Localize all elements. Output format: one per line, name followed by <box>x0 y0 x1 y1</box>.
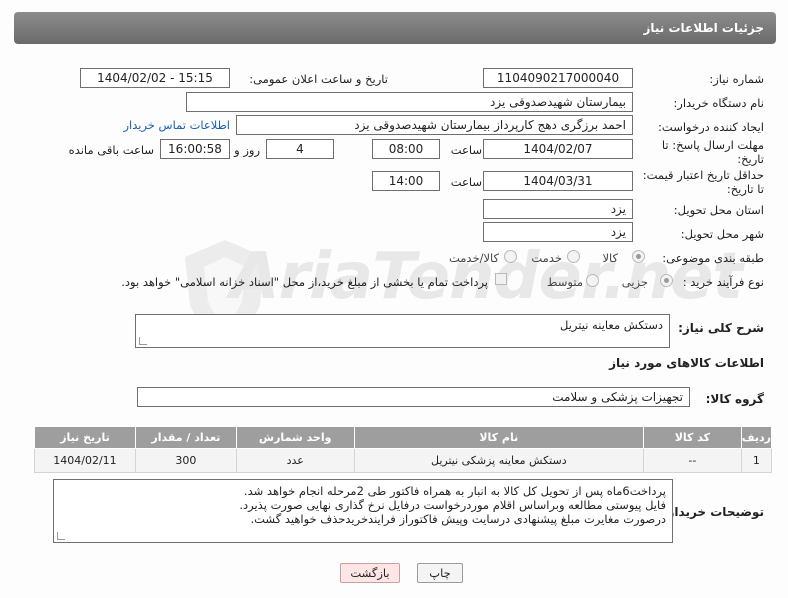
treasury-payment-note: پرداخت تمام یا بخشی از مبلغ خرید،از محل … <box>121 275 488 289</box>
province-field: یزد <box>483 199 633 219</box>
col-unit: واحد شمارش <box>235 426 355 449</box>
process-radio-medium[interactable] <box>586 274 599 287</box>
page-frame: جزئیات اطلاعات نیاز AriaTender.net شماره… <box>0 0 788 598</box>
summary-value: دستکش معاینه نیتریل <box>560 318 663 332</box>
buyer-notes-textarea[interactable]: پرداخت6ماه پس از تحویل کل کالا به انبار … <box>53 479 673 543</box>
announce-label: تاریخ و ساعت اعلان عمومی: <box>249 72 388 86</box>
category-option-service: خدمت <box>531 251 562 265</box>
deadline-time-label: ساعت <box>450 143 482 157</box>
deadline-label-2: تاریخ: <box>737 152 764 166</box>
resize-grip-icon <box>139 337 147 345</box>
process-radio-minor[interactable] <box>660 274 673 287</box>
col-code: کد کالا <box>642 426 742 449</box>
col-name: نام کالا <box>353 426 644 449</box>
province-label: استان محل تحویل: <box>673 203 764 217</box>
buyer-org-label: نام دستگاه خریدار: <box>673 96 764 110</box>
validity-label-2: تا تاریخ: <box>726 182 764 196</box>
col-date: تاریخ نیاز <box>34 426 136 449</box>
city-field: یزد <box>483 222 633 242</box>
days-label: روز و <box>234 143 260 157</box>
need-number-label: شماره نیاز: <box>709 72 764 86</box>
print-button[interactable]: چاپ <box>417 563 463 583</box>
days-field: 4 <box>266 139 334 159</box>
treasury-payment-checkbox[interactable] <box>495 273 507 285</box>
requester-label: ایجاد کننده درخواست: <box>658 120 764 134</box>
cell-row: 1 <box>740 448 773 473</box>
remaining-label: ساعت باقی مانده <box>68 143 154 157</box>
announce-field: 1404/02/02 - 15:15 <box>80 68 230 88</box>
category-label: طبقه بندی موضوعی: <box>662 251 764 265</box>
summary-textarea[interactable]: دستکش معاینه نیتریل <box>135 314 670 348</box>
category-radio-goods[interactable] <box>632 250 645 263</box>
buyer-org-field: بیمارستان شهیدصدوقی یزد <box>186 92 633 112</box>
table-row: 1 -- دستکش معاینه پزشکی نیتریل عدد 300 1… <box>34 448 773 473</box>
city-label: شهر محل تحویل: <box>680 227 764 241</box>
summary-label: شرح کلی نیاز: <box>678 321 764 335</box>
buyer-notes-line: پرداخت6ماه پس از تحویل کل کالا به انبار … <box>243 484 666 498</box>
deadline-time-field: 08:00 <box>372 139 440 159</box>
cell-name: دستکش معاینه پزشکی نیتریل <box>353 448 644 473</box>
process-option-medium: متوسط <box>546 275 583 289</box>
goods-info-title: اطلاعات کالاهای مورد نیاز <box>609 356 764 370</box>
process-option-minor: جزیی <box>621 275 648 289</box>
page-header: جزئیات اطلاعات نیاز <box>14 12 776 44</box>
requester-field: احمد برزگری دهج کارپرداز بیمارستان شهیدص… <box>236 115 633 135</box>
remaining-time-field: 16:00:58 <box>160 139 230 159</box>
validity-label: حداقل تاریخ اعتبار قیمت: <box>642 168 764 182</box>
page-title: جزئیات اطلاعات نیاز <box>643 21 764 35</box>
resize-grip-icon <box>57 532 65 540</box>
col-row: ردیف <box>740 426 773 449</box>
cell-unit: عدد <box>235 448 355 473</box>
category-radio-service[interactable] <box>567 250 580 263</box>
buyer-notes-line: فایل پیوستی مطالعه وبراساس اقلام موردرخو… <box>239 498 666 512</box>
buyer-contact-link[interactable]: اطلاعات تماس خریدار <box>123 118 230 132</box>
cell-qty: 300 <box>134 448 237 473</box>
goods-group-label: گروه کالا: <box>705 392 764 406</box>
deadline-label: مهلت ارسال پاسخ: تا <box>661 138 764 152</box>
cell-date: 1404/02/11 <box>34 448 136 473</box>
buyer-notes-line: درصورت مغایرت مبلغ پیشنهادی درسایت وپیش … <box>250 512 666 526</box>
deadline-date-field: 1404/02/07 <box>483 139 633 159</box>
back-button[interactable]: بازگشت <box>340 563 400 583</box>
validity-time-field: 14:00 <box>372 171 440 191</box>
validity-date-field: 1404/03/31 <box>483 171 633 191</box>
table-header-row: ردیف کد کالا نام کالا واحد شمارش تعداد /… <box>34 426 773 449</box>
process-label: نوع فرآیند خرید : <box>682 275 764 289</box>
need-number-field: 1104090217000040 <box>483 68 633 88</box>
validity-time-label: ساعت <box>450 175 482 189</box>
cell-code: -- <box>642 448 742 473</box>
col-qty: تعداد / مقدار <box>134 426 237 449</box>
goods-table: ردیف کد کالا نام کالا واحد شمارش تعداد /… <box>34 426 773 473</box>
category-radio-both[interactable] <box>504 250 517 263</box>
category-option-both: کالا/خدمت <box>448 251 499 265</box>
category-option-goods: کالا <box>602 251 618 265</box>
buyer-notes-label: توضیحات خریدار: <box>662 505 764 519</box>
goods-group-field: تجهیزات پزشکی و سلامت <box>137 387 690 407</box>
